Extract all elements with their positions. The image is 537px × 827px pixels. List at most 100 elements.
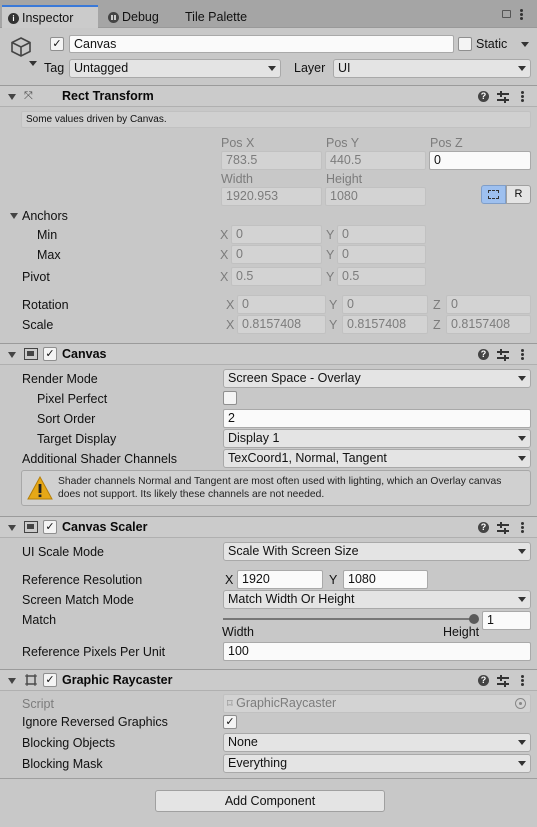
match-mode-dropdown[interactable]: Match Width Or Height <box>223 590 531 609</box>
presets-icon[interactable] <box>497 675 509 687</box>
min-label: Min <box>37 228 58 242</box>
object-name-field[interactable]: Canvas <box>69 35 454 53</box>
rot-z-field: 0 <box>446 295 531 314</box>
min-x-label: X <box>220 228 229 242</box>
max-y-field: 0 <box>337 245 426 264</box>
presets-icon[interactable] <box>497 91 509 103</box>
help-icon[interactable]: ? <box>478 91 489 102</box>
ref-y-label: Y <box>329 573 338 587</box>
raycaster-enabled-checkbox[interactable]: ✓ <box>43 673 57 687</box>
pause-icon <box>108 12 119 24</box>
tab-inspector[interactable]: i Inspector <box>2 5 98 28</box>
rot-z-label: Z <box>433 298 441 312</box>
blocking-mask-dropdown[interactable]: Everything <box>223 754 531 773</box>
component-menu-icon[interactable] <box>521 522 524 533</box>
component-menu-icon[interactable] <box>521 91 524 102</box>
lock-icon[interactable] <box>502 10 511 18</box>
pixel-perfect-label: Pixel Perfect <box>37 392 108 406</box>
chevron-down-icon <box>518 376 526 381</box>
blocking-objects-label: Blocking Objects <box>22 736 116 750</box>
tab-tile-palette[interactable]: Tile Palette <box>185 6 247 28</box>
static-checkbox[interactable] <box>458 37 472 51</box>
help-icon[interactable]: ? <box>478 522 489 533</box>
add-component-button[interactable]: Add Component <box>155 790 385 812</box>
rect-transform-title: Rect Transform <box>62 89 154 103</box>
anchors-foldout-icon[interactable] <box>10 213 18 219</box>
match-slider-thumb[interactable] <box>469 614 479 624</box>
blocking-objects-dropdown[interactable]: None <box>223 733 531 752</box>
pixel-perfect-checkbox[interactable] <box>223 391 237 405</box>
blueprint-mode-button[interactable] <box>481 185 506 204</box>
script-field: ⌑ GraphicRaycaster <box>223 694 531 713</box>
canvas-header[interactable]: ✓ Canvas ? <box>0 343 537 365</box>
canvas-scaler-enabled-checkbox[interactable]: ✓ <box>43 520 57 534</box>
raycaster-icon <box>24 673 38 687</box>
canvas-title: Canvas <box>62 347 107 361</box>
width-label: Width <box>221 172 253 186</box>
active-checkbox[interactable]: ✓ <box>50 37 64 51</box>
tab-menu-icon[interactable] <box>520 9 523 20</box>
component-menu-icon[interactable] <box>521 349 524 360</box>
pivot-x-field: 0.5 <box>231 267 322 286</box>
canvas-enabled-checkbox[interactable]: ✓ <box>43 347 57 361</box>
component-menu-icon[interactable] <box>521 675 524 686</box>
foldout-arrow-icon <box>8 525 16 531</box>
canvas-scaler-header[interactable]: ✓ Canvas Scaler ? <box>0 516 537 538</box>
rect-transform-header[interactable]: ⤧ Rect Transform ? <box>0 85 537 107</box>
target-display-label: Target Display <box>37 432 117 446</box>
shader-channels-dropdown[interactable]: TexCoord1, Normal, Tangent <box>223 449 531 468</box>
chevron-down-icon <box>518 597 526 602</box>
ignore-reversed-checkbox[interactable]: ✓ <box>223 715 237 729</box>
scale-label: Scale <box>22 318 54 332</box>
driven-note: Some values driven by Canvas. <box>21 111 531 128</box>
icon-dropdown-arrow[interactable] <box>29 61 37 66</box>
target-display-value: Display 1 <box>228 431 280 445</box>
tag-dropdown[interactable]: Untagged <box>69 59 281 78</box>
graphic-raycaster-header[interactable]: ✓ Graphic Raycaster ? <box>0 669 537 691</box>
ui-scale-mode-dropdown[interactable]: Scale With Screen Size <box>223 542 531 561</box>
match-label: Match <box>22 613 57 627</box>
presets-icon[interactable] <box>497 349 509 361</box>
blocking-mask-value: Everything <box>228 756 288 770</box>
tag-value: Untagged <box>74 61 129 75</box>
divider <box>0 778 537 779</box>
scale-y-label: Y <box>329 318 338 332</box>
warning-icon <box>27 475 53 500</box>
object-picker-icon[interactable] <box>515 698 526 709</box>
help-icon[interactable]: ? <box>478 349 489 360</box>
render-mode-label: Render Mode <box>22 372 98 386</box>
gameobject-icon <box>10 36 32 58</box>
layer-dropdown[interactable]: UI <box>333 59 531 78</box>
ref-ppu-label: Reference Pixels Per Unit <box>22 645 166 659</box>
match-mode-value: Match Width Or Height <box>228 592 355 606</box>
target-display-dropdown[interactable]: Display 1 <box>223 429 531 448</box>
pos-y-field: 440.5 <box>325 151 426 170</box>
match-slider-track[interactable] <box>223 618 474 620</box>
sort-order-field[interactable]: 2 <box>223 409 531 428</box>
min-x-field: 0 <box>231 225 322 244</box>
render-mode-dropdown[interactable]: Screen Space - Overlay <box>223 369 531 388</box>
tab-debug[interactable]: Debug <box>108 6 159 28</box>
presets-icon[interactable] <box>497 522 509 534</box>
pos-z-field[interactable]: 0 <box>429 151 531 170</box>
height-label: Height <box>326 172 363 186</box>
raw-edit-button[interactable]: R <box>506 185 531 204</box>
chevron-down-icon <box>518 761 526 766</box>
ref-x-label: X <box>225 573 234 587</box>
script-label: Script <box>22 697 54 711</box>
ref-res-x-field[interactable]: 1920 <box>237 570 323 589</box>
canvas-scaler-title: Canvas Scaler <box>62 520 148 534</box>
static-dropdown-arrow[interactable] <box>521 42 529 47</box>
ref-ppu-field[interactable]: 100 <box>223 642 531 661</box>
max-x-label: X <box>220 248 229 262</box>
help-icon[interactable]: ? <box>478 675 489 686</box>
shader-channels-value: TexCoord1, Normal, Tangent <box>228 451 387 465</box>
ref-res-y-field[interactable]: 1080 <box>343 570 428 589</box>
match-value-field[interactable]: 1 <box>482 611 531 630</box>
canvas-icon <box>24 348 38 360</box>
anchors-label: Anchors <box>22 209 68 223</box>
match-width-label: Width <box>222 625 254 639</box>
ui-scale-mode-value: Scale With Screen Size <box>228 544 359 558</box>
script-value: GraphicRaycaster <box>236 696 337 710</box>
chevron-down-icon <box>518 66 526 71</box>
